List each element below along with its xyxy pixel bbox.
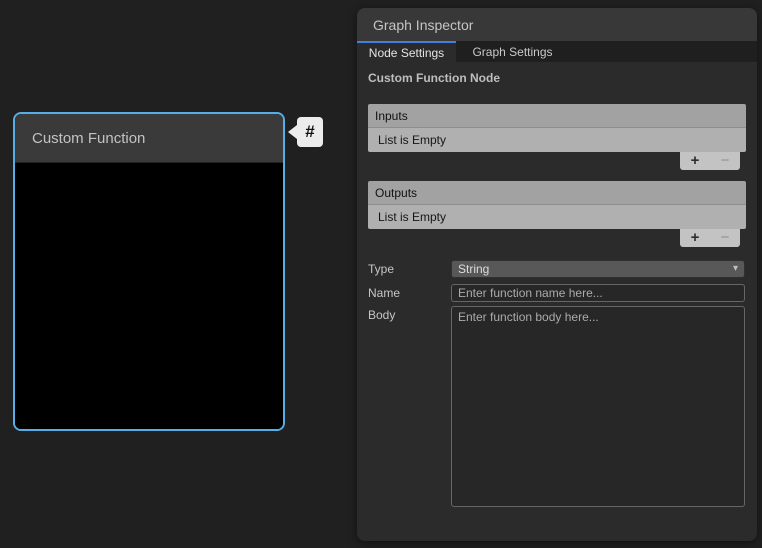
body-label: Body (368, 306, 395, 324)
tabstrip: Node Settings Graph Settings (357, 41, 757, 62)
node-header[interactable]: Custom Function (15, 114, 283, 163)
outputs-list-footer: + − (680, 229, 740, 247)
inputs-remove-button[interactable]: − (721, 153, 730, 169)
tab-graph-settings[interactable]: Graph Settings (456, 41, 569, 62)
custom-function-node[interactable]: Custom Function (13, 112, 285, 431)
tab-node-settings[interactable]: Node Settings (357, 41, 456, 62)
inputs-list-footer: + − (680, 152, 740, 170)
type-dropdown-value: String (458, 262, 489, 276)
type-dropdown[interactable]: String ▾ (451, 260, 745, 278)
panel-title: Graph Inspector (373, 17, 473, 33)
node-hash-badge[interactable]: # (288, 117, 323, 147)
name-label: Name (368, 284, 400, 302)
type-label: Type (368, 260, 394, 278)
inputs-list-header: Inputs (368, 104, 746, 128)
outputs-remove-button[interactable]: − (721, 230, 730, 246)
outputs-empty-label: List is Empty (378, 210, 446, 224)
hash-icon: # (297, 117, 323, 147)
section-title: Custom Function Node (368, 71, 500, 85)
badge-tail (288, 125, 297, 139)
tab-node-settings-label: Node Settings (369, 46, 444, 60)
function-name-input[interactable] (451, 284, 745, 302)
node-preview (15, 163, 283, 429)
inputs-list-title: Inputs (375, 109, 408, 123)
chevron-down-icon: ▾ (733, 264, 738, 274)
inputs-list: Inputs List is Empty + − (368, 104, 746, 152)
inputs-add-button[interactable]: + (691, 153, 700, 169)
outputs-add-button[interactable]: + (691, 230, 700, 246)
outputs-list: Outputs List is Empty + − (368, 181, 746, 229)
node-title: Custom Function (32, 130, 145, 147)
graph-inspector-panel: Graph Inspector Node Settings Graph Sett… (357, 8, 757, 541)
outputs-list-empty-row: List is Empty (368, 205, 746, 229)
tab-graph-settings-label: Graph Settings (472, 45, 552, 59)
outputs-list-title: Outputs (375, 186, 417, 200)
inputs-list-empty-row: List is Empty (368, 128, 746, 152)
function-body-input[interactable] (451, 306, 745, 507)
outputs-list-header: Outputs (368, 181, 746, 205)
panel-titlebar[interactable]: Graph Inspector (357, 8, 757, 41)
panel-content: Custom Function Node Inputs List is Empt… (357, 62, 757, 541)
inputs-empty-label: List is Empty (378, 133, 446, 147)
